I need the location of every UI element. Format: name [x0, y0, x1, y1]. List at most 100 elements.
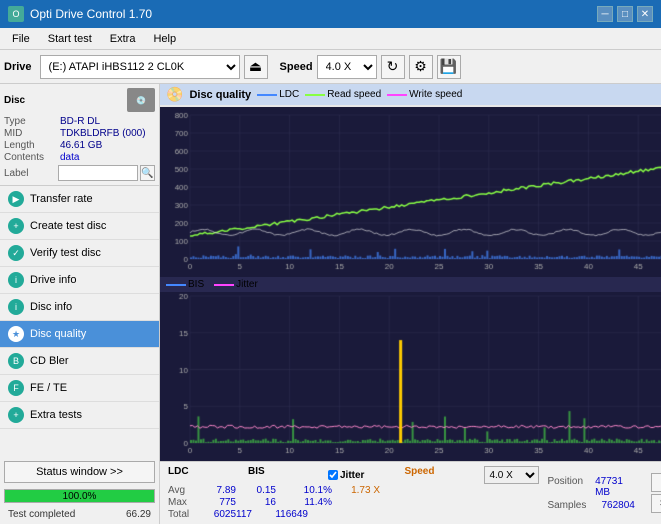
position-val: 47731 MB: [595, 476, 635, 498]
ldc-header: LDC: [168, 466, 208, 484]
sidebar-item-fe-te[interactable]: F FE / TE: [0, 375, 159, 402]
cd-bler-icon: B: [8, 353, 24, 369]
max-label: Max: [168, 497, 196, 508]
fe-te-icon: F: [8, 380, 24, 396]
disc-info-icon: i: [8, 299, 24, 315]
speed-avg: 1.73 X: [340, 485, 380, 496]
drive-select[interactable]: (E:) ATAPI iHBS112 2 CL0K: [40, 55, 240, 79]
disc-label-btn[interactable]: 🔍: [140, 165, 155, 181]
fe-te-label: FE / TE: [30, 382, 67, 394]
jitter-checkbox[interactable]: [328, 470, 338, 480]
disc-label-row: Label 🔍: [4, 165, 155, 181]
disc-icons: 💿: [127, 88, 155, 112]
speed-select-stats[interactable]: 4.0 X: [484, 466, 539, 484]
bottom-chart: [160, 292, 661, 461]
disc-length-row: Length 46.61 GB: [4, 140, 155, 151]
sidebar: Disc 💿 Type BD-R DL MID TDKBLDRFB (000) …: [0, 84, 160, 524]
stats-total-row: Total 6025117 116649: [168, 509, 539, 520]
disc-contents-row: Contents data: [4, 152, 155, 163]
disc-header-label: Disc: [4, 95, 25, 106]
status-extra-value: 66.29: [122, 507, 155, 522]
jitter-header: Jitter: [340, 470, 364, 481]
position-row: Position 47731 MB: [547, 476, 634, 498]
bis-header: BIS: [248, 466, 288, 484]
menu-extra[interactable]: Extra: [102, 31, 144, 47]
ldc-total: 6025117: [204, 509, 252, 520]
create-test-disc-label: Create test disc: [30, 220, 106, 232]
verify-test-disc-icon: ✓: [8, 245, 24, 261]
create-test-disc-icon: +: [8, 218, 24, 234]
legend-write-speed-color: [387, 94, 407, 96]
legend-write-speed: Write speed: [387, 89, 462, 100]
action-buttons: Start full Start part: [651, 473, 661, 513]
cd-bler-label: CD Bler: [30, 355, 69, 367]
speed-label: Speed: [280, 61, 313, 73]
sidebar-item-drive-info[interactable]: i Drive info: [0, 267, 159, 294]
disc-mid-value: TDKBLDRFB (000): [60, 128, 146, 139]
maximize-button[interactable]: □: [617, 6, 633, 22]
drive-label: Drive: [4, 61, 32, 73]
titlebar-controls[interactable]: ─ □ ✕: [597, 6, 653, 22]
content-area: 📀 Disc quality LDC Read speed Write spee…: [160, 84, 661, 524]
bottom-chart-container: [160, 292, 661, 461]
drive-info-icon: i: [8, 272, 24, 288]
disc-quality-label: Disc quality: [30, 328, 86, 340]
samples-val: 762804: [601, 500, 634, 511]
avg-label: Avg: [168, 485, 196, 496]
refresh-button[interactable]: ↻: [381, 55, 405, 79]
transfer-rate-label: Transfer rate: [30, 193, 93, 205]
disc-type-value: BD-R DL: [60, 116, 100, 127]
menu-file[interactable]: File: [4, 31, 38, 47]
legend-read-speed-color: [305, 94, 325, 96]
legend-bis-color: [166, 284, 186, 286]
sidebar-item-disc-info[interactable]: i Disc info: [0, 294, 159, 321]
stats-avg-row: Avg 7.89 0.15 10.1% 1.73 X: [168, 485, 539, 496]
extra-tests-label: Extra tests: [30, 409, 82, 421]
disc-contents-value: data: [60, 152, 79, 163]
sidebar-item-create-test-disc[interactable]: + Create test disc: [0, 213, 159, 240]
status-text: Test completed: [4, 507, 79, 522]
legend-bis: BIS: [166, 279, 204, 290]
legend-write-speed-label: Write speed: [409, 89, 462, 100]
settings-button[interactable]: ⚙: [409, 55, 433, 79]
bis-jitter-legend: BIS Jitter: [160, 277, 661, 292]
toolbar: Drive (E:) ATAPI iHBS112 2 CL0K ⏏ Speed …: [0, 50, 661, 84]
sidebar-item-transfer-rate[interactable]: ▶ Transfer rate: [0, 186, 159, 213]
disc-label-input[interactable]: [58, 165, 138, 181]
menu-start-test[interactable]: Start test: [40, 31, 100, 47]
sidebar-item-disc-quality[interactable]: ★ Disc quality: [0, 321, 159, 348]
disc-type-row: Type BD-R DL: [4, 116, 155, 127]
disc-quality-header: 📀 Disc quality LDC Read speed Write spee…: [160, 84, 661, 105]
disc-label-label: Label: [4, 168, 58, 179]
drive-info-label: Drive info: [30, 274, 76, 286]
disc-mid-row: MID TDKBLDRFB (000): [4, 128, 155, 139]
speed-header: Speed: [404, 466, 444, 484]
disc-mid-label: MID: [4, 128, 60, 139]
menubar: File Start test Extra Help: [0, 28, 661, 50]
jitter-avg: 10.1%: [284, 485, 332, 496]
save-button[interactable]: 💾: [437, 55, 461, 79]
legend-jitter-label: Jitter: [236, 279, 258, 290]
sidebar-item-cd-bler[interactable]: B CD Bler: [0, 348, 159, 375]
right-stats: Position 47731 MB Samples 762804: [547, 476, 634, 511]
app-title: Opti Drive Control 1.70: [30, 7, 152, 21]
progress-bar-container: 100.0%: [4, 489, 155, 503]
start-part-button[interactable]: Start part: [651, 494, 661, 513]
top-chart: [160, 107, 661, 277]
minimize-button[interactable]: ─: [597, 6, 613, 22]
progress-text: 100.0%: [5, 490, 154, 502]
status-window-button[interactable]: Status window >>: [4, 461, 155, 483]
bis-total: 116649: [260, 509, 308, 520]
start-full-button[interactable]: Start full: [651, 473, 661, 492]
disc-header: Disc 💿: [4, 88, 155, 112]
legend-read-speed-label: Read speed: [327, 89, 381, 100]
sidebar-item-extra-tests[interactable]: + Extra tests: [0, 402, 159, 429]
eject-button[interactable]: ⏏: [244, 55, 268, 79]
charts-area: BIS Jitter: [160, 107, 661, 461]
app-icon: O: [8, 6, 24, 22]
legend-jitter-color: [214, 284, 234, 286]
menu-help[interactable]: Help: [145, 31, 184, 47]
sidebar-item-verify-test-disc[interactable]: ✓ Verify test disc: [0, 240, 159, 267]
speed-select[interactable]: 4.0 X: [317, 55, 377, 79]
close-button[interactable]: ✕: [637, 6, 653, 22]
